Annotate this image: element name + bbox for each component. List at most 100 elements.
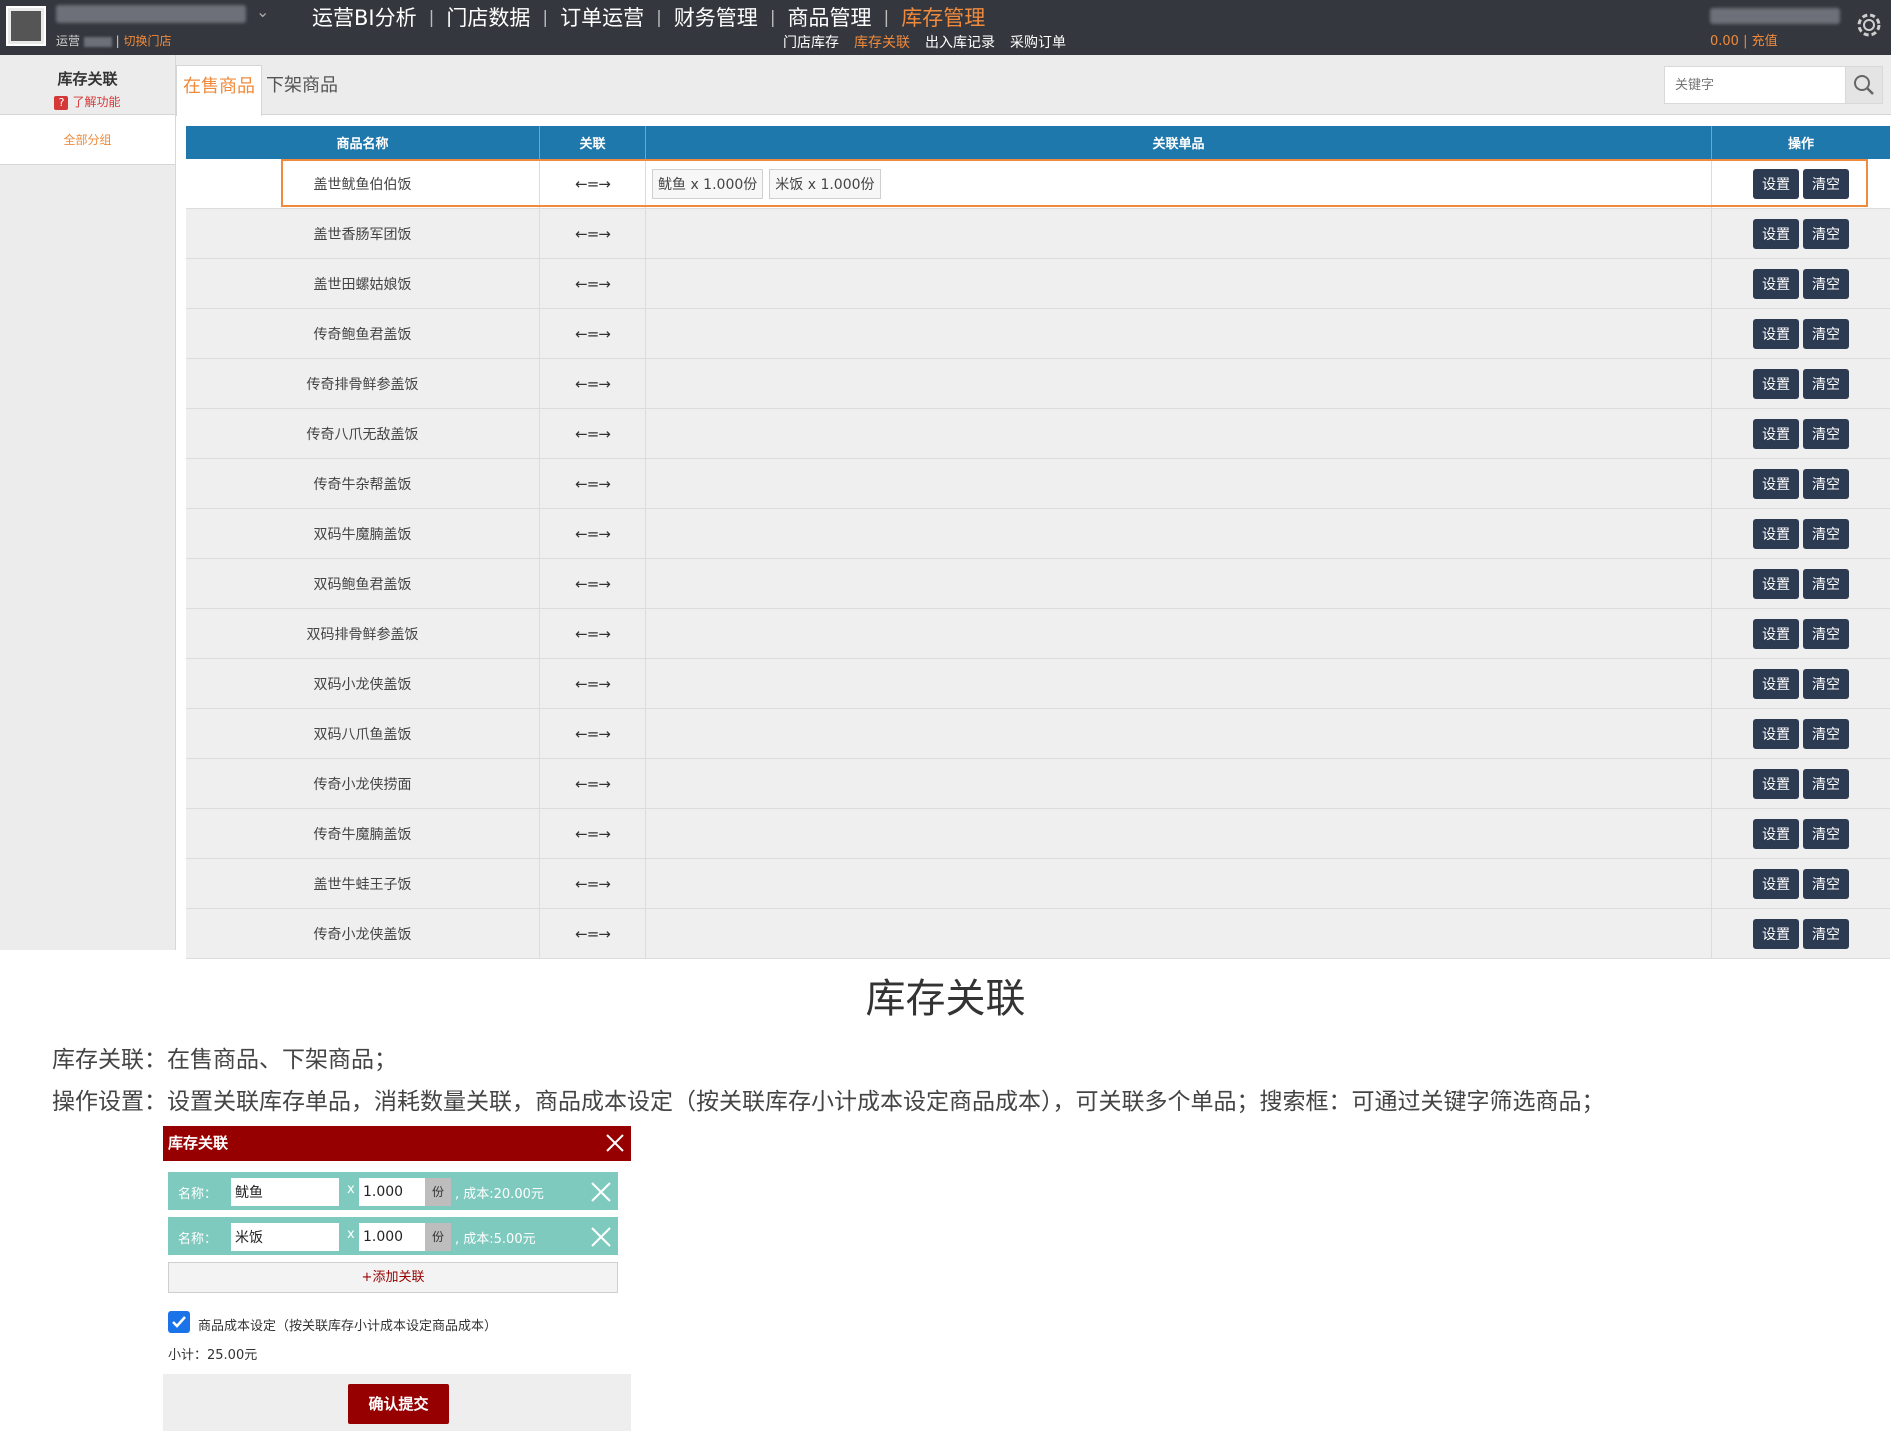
times-sign: x <box>347 1227 355 1242</box>
clear-button[interactable]: 清空 <box>1803 618 1849 649</box>
store-id-redacted <box>83 36 112 47</box>
gear-icon[interactable] <box>1852 8 1886 42</box>
confirm-submit-button[interactable]: 确认提交 <box>348 1384 449 1424</box>
switch-store-link[interactable]: 切换门店 <box>124 34 172 48</box>
clear-button[interactable]: 清空 <box>1803 868 1849 899</box>
clear-button[interactable]: 清空 <box>1803 568 1849 599</box>
clear-button[interactable]: 清空 <box>1803 768 1849 799</box>
sidebar-item-all-groups[interactable]: 全部分组 <box>0 115 175 165</box>
remove-row-icon[interactable] <box>587 1223 615 1251</box>
set-button[interactable]: 设置 <box>1753 518 1799 549</box>
main-nav-item[interactable]: 财务管理 <box>670 2 762 32</box>
clear-button[interactable]: 清空 <box>1803 668 1849 699</box>
clear-button[interactable]: 清空 <box>1803 718 1849 749</box>
link-arrows-icon: ←=→ <box>575 824 611 843</box>
item-cost: , 成本:20.00元 <box>455 1187 544 1202</box>
item-name-input[interactable] <box>231 1178 339 1206</box>
linked-items-cell <box>646 509 1712 558</box>
clear-button[interactable]: 清空 <box>1803 518 1849 549</box>
close-icon[interactable] <box>601 1129 629 1157</box>
actions-cell: 设置 清空 <box>1712 659 1890 708</box>
sub-nav-item[interactable]: 门店库存 <box>783 32 839 52</box>
sub-nav-item[interactable]: 库存关联 <box>854 32 910 52</box>
set-button[interactable]: 设置 <box>1753 168 1799 199</box>
sub-nav-item[interactable]: 采购订单 <box>1010 32 1066 52</box>
product-name: 双码牛魔腩盖饭 <box>186 509 540 558</box>
link-arrows-icon: ←=→ <box>575 374 611 393</box>
link-arrows-icon: ←=→ <box>575 724 611 743</box>
actions-cell: 设置 清空 <box>1712 909 1890 958</box>
main-nav-item[interactable]: 库存管理 <box>897 2 989 32</box>
help-link[interactable]: ? 了解功能 <box>0 93 175 110</box>
store-subline: 运营 | 切换门店 <box>56 34 172 48</box>
set-button[interactable]: 设置 <box>1753 668 1799 699</box>
main-nav-item[interactable]: 门店数据 <box>442 2 534 32</box>
linked-item-chip: 鱿鱼 x 1.000份 <box>652 168 764 199</box>
link-cell: ←=→ <box>540 759 646 808</box>
remove-row-icon[interactable] <box>587 1178 615 1206</box>
search-button[interactable] <box>1845 66 1883 104</box>
link-cell: ←=→ <box>540 209 646 258</box>
times-sign: x <box>347 1182 355 1197</box>
help-label: 了解功能 <box>72 95 121 109</box>
dialog-footer: 确认提交 <box>163 1374 631 1431</box>
product-name: 传奇鲍鱼君盖饭 <box>186 309 540 358</box>
set-button[interactable]: 设置 <box>1753 768 1799 799</box>
clear-button[interactable]: 清空 <box>1803 168 1849 199</box>
tab-off-shelf[interactable]: 下架商品 <box>260 65 344 116</box>
linked-items-cell <box>646 309 1712 358</box>
set-button[interactable]: 设置 <box>1753 368 1799 399</box>
link-cell: ←=→ <box>540 609 646 658</box>
linked-items-cell <box>646 659 1712 708</box>
cost-setting-label: 商品成本设定（按关联库存小计成本设定商品成本） <box>198 1319 498 1334</box>
set-button[interactable]: 设置 <box>1753 918 1799 949</box>
set-button[interactable]: 设置 <box>1753 468 1799 499</box>
chevron-down-icon[interactable]: ⌄ <box>256 2 269 21</box>
main-nav-item[interactable]: 订单运营 <box>556 2 648 32</box>
set-button[interactable]: 设置 <box>1753 418 1799 449</box>
linked-items-cell <box>646 559 1712 608</box>
item-name-input[interactable] <box>231 1223 339 1251</box>
set-button[interactable]: 设置 <box>1753 818 1799 849</box>
clear-button[interactable]: 清空 <box>1803 818 1849 849</box>
add-link-button[interactable]: +添加关联 <box>168 1262 618 1293</box>
clear-button[interactable]: 清空 <box>1803 918 1849 949</box>
clear-button[interactable]: 清空 <box>1803 418 1849 449</box>
account-balance[interactable]: 0.00 | 充值 <box>1710 30 1778 49</box>
item-cost: , 成本:5.00元 <box>455 1232 536 1247</box>
clear-button[interactable]: 清空 <box>1803 368 1849 399</box>
linked-items-cell <box>646 209 1712 258</box>
search-input[interactable] <box>1664 66 1846 104</box>
clear-button[interactable]: 清空 <box>1803 268 1849 299</box>
table-row: 盖世牛蛙王子饭 ←=→ 设置 清空 <box>186 859 1890 909</box>
main-nav-item[interactable]: 运营BI分析 <box>308 2 421 32</box>
main-nav-item[interactable]: 商品管理 <box>784 2 876 32</box>
set-button[interactable]: 设置 <box>1753 218 1799 249</box>
store-role: 运营 <box>56 34 81 48</box>
app-logo-icon[interactable] <box>6 6 46 46</box>
actions-cell: 设置 清空 <box>1712 859 1890 908</box>
clear-button[interactable]: 清空 <box>1803 318 1849 349</box>
clear-button[interactable]: 清空 <box>1803 468 1849 499</box>
nav-separator: | <box>656 8 662 28</box>
actions-cell: 设置 清空 <box>1712 309 1890 358</box>
item-qty-input[interactable] <box>359 1178 425 1206</box>
clear-button[interactable]: 清空 <box>1803 218 1849 249</box>
col-header-link: 关联 <box>540 126 646 159</box>
set-button[interactable]: 设置 <box>1753 718 1799 749</box>
tab-on-sale[interactable]: 在售商品 <box>176 65 262 116</box>
link-cell: ←=→ <box>540 259 646 308</box>
actions-cell: 设置 清空 <box>1712 459 1890 508</box>
link-arrows-icon: ←=→ <box>575 574 611 593</box>
set-button[interactable]: 设置 <box>1753 618 1799 649</box>
item-unit: 份 <box>425 1178 451 1206</box>
product-name: 盖世鱿鱼伯伯饭 <box>186 159 540 208</box>
set-button[interactable]: 设置 <box>1753 868 1799 899</box>
set-button[interactable]: 设置 <box>1753 568 1799 599</box>
set-button[interactable]: 设置 <box>1753 268 1799 299</box>
set-button[interactable]: 设置 <box>1753 318 1799 349</box>
sub-nav-item[interactable]: 出入库记录 <box>925 32 995 52</box>
item-qty-input[interactable] <box>359 1223 425 1251</box>
checkbox-checked-icon[interactable] <box>168 1311 190 1333</box>
nav-separator: | <box>428 8 435 28</box>
